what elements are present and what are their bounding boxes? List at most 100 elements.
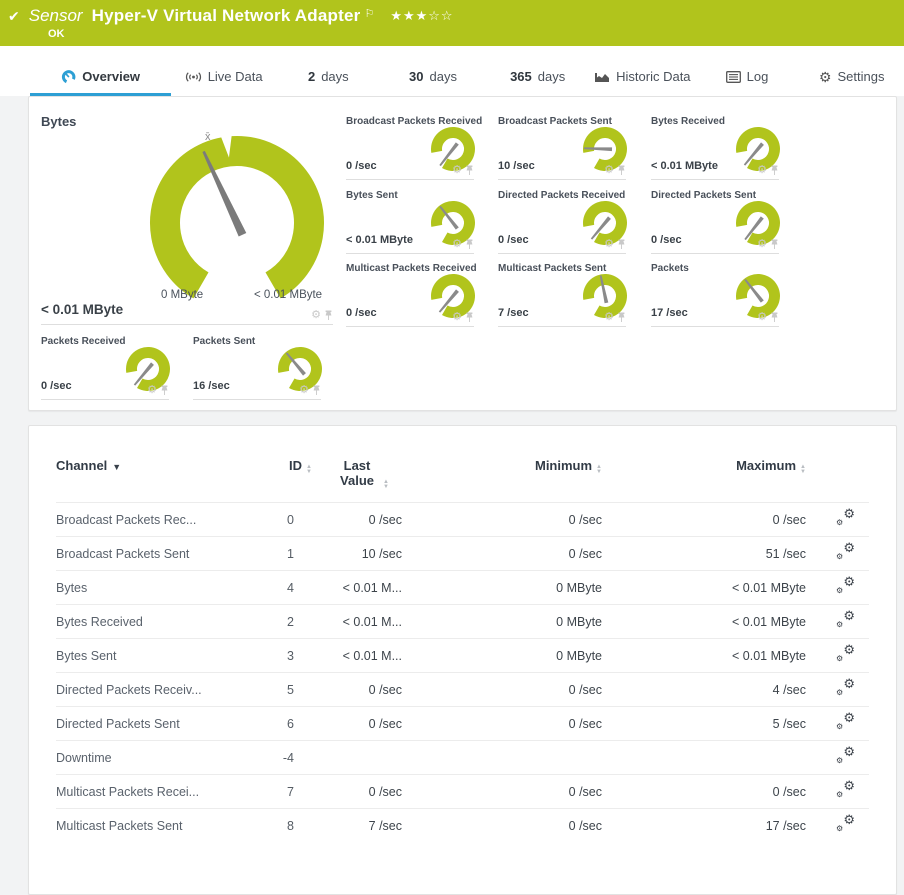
gear-icon[interactable]: ⚙ <box>757 312 767 323</box>
cell-id: 4 <box>256 570 312 605</box>
tile-footer: ⚙ <box>604 239 626 250</box>
sensor-title-row: ✔ Sensor Hyper-V Virtual Network Adapter… <box>0 0 904 26</box>
channel-settings-icon[interactable]: ⚙ ⚙ <box>836 677 855 697</box>
cell-min: 0 MByte <box>412 604 602 639</box>
gear-icon[interactable]: ⚙ <box>147 385 157 396</box>
gear-icon[interactable]: ⚙ <box>604 312 614 323</box>
channel-settings-icon[interactable]: ⚙ ⚙ <box>836 507 855 527</box>
gauge-icon <box>61 69 76 84</box>
column-header-minimum[interactable]: Minimum ▲ ▼ <box>412 442 602 503</box>
gauge-title: Multicast Packets Sent <box>498 263 607 274</box>
column-header-id[interactable]: ID ▲ ▼ <box>256 442 312 503</box>
channel-row-multicast-packets-recei[interactable]: Multicast Packets Recei... 7 0 /sec 0 /sec 0… <box>56 774 869 809</box>
channel-settings-icon[interactable]: ⚙ ⚙ <box>836 745 855 765</box>
tile-footer: ⚙ <box>604 312 626 323</box>
sort-icon: ▲ ▼ <box>306 464 312 475</box>
channel-row-multicast-packets-sent[interactable]: Multicast Packets Sent 8 7 /sec 0 /sec 17 /s… <box>56 808 869 842</box>
pin-icon[interactable] <box>465 239 474 250</box>
gauge-tile-broadcast-packets-sent[interactable]: Broadcast Packets Sent 10 /sec ⚙ <box>498 113 627 180</box>
channel-row-bytes-sent[interactable]: Bytes Sent 3 < 0.01 M... 0 MByte < 0.01 MByt… <box>56 638 869 673</box>
channel-row-directed-packets-receiv[interactable]: Directed Packets Receiv... 5 0 /sec 0 /sec 4… <box>56 672 869 707</box>
channel-settings-icon[interactable]: ⚙ ⚙ <box>836 541 855 561</box>
column-header-maximum[interactable]: Maximum ▲ ▼ <box>602 442 806 503</box>
tab-overview[interactable]: Overview <box>30 69 172 96</box>
gauge-tile-multicast-packets-received[interactable]: Multicast Packets Received 0 /sec ⚙ <box>346 260 477 327</box>
gauge-tile-directed-packets-sent[interactable]: Directed Packets Sent 0 /sec ⚙ <box>651 187 780 254</box>
cell-min: 0 MByte <box>412 570 602 605</box>
gear-icon[interactable]: ⚙ <box>299 385 309 396</box>
gear-icon[interactable]: ⚙ <box>757 239 767 250</box>
gauge-tile-bytes-sent[interactable]: Bytes Sent < 0.01 MByte ⚙ <box>346 187 475 254</box>
pin-icon[interactable] <box>770 312 779 323</box>
gauge-tile-broadcast-packets-received[interactable]: Broadcast Packets Received 0 /sec ⚙ <box>346 113 482 180</box>
tab-2-days[interactable]: 2 days <box>276 69 381 96</box>
gear-icon[interactable]: ⚙ <box>452 312 462 323</box>
ok-check-icon: ✔ <box>8 8 20 24</box>
pin-icon[interactable] <box>770 239 779 250</box>
column-header-actions <box>806 442 869 503</box>
cell-id: 6 <box>256 706 312 741</box>
pin-icon[interactable] <box>465 312 474 323</box>
channel-settings-icon[interactable]: ⚙ ⚙ <box>836 779 855 799</box>
gear-icon[interactable]: ⚙ <box>311 310 321 321</box>
cell-actions: ⚙ ⚙ <box>806 706 869 741</box>
column-label: Last Value <box>340 458 374 488</box>
gauge-tile-bytes-received[interactable]: Bytes Received < 0.01 MByte ⚙ <box>651 113 780 180</box>
column-header-channel[interactable]: Channel ▼ <box>56 442 256 503</box>
gauge-tile-packets[interactable]: Packets 17 /sec ⚙ <box>651 260 780 327</box>
average-marker: x̄ <box>205 131 211 143</box>
channel-settings-icon[interactable]: ⚙ ⚙ <box>836 609 855 629</box>
gear-icon[interactable]: ⚙ <box>452 165 462 176</box>
column-header-last-value[interactable]: Last Value ▲ ▼ <box>312 442 412 503</box>
gear-icon[interactable]: ⚙ <box>604 239 614 250</box>
cell-last: < 0.01 M... <box>312 638 412 673</box>
channel-settings-icon[interactable]: ⚙ ⚙ <box>836 643 855 663</box>
cell-last: 7 /sec <box>312 808 412 842</box>
flag-icon[interactable]: ⚐ <box>364 7 374 20</box>
channel-settings-icon[interactable]: ⚙ ⚙ <box>836 813 855 833</box>
gauge-tile-packets-sent[interactable]: Packets Sent 16 /sec ⚙ <box>193 333 322 400</box>
tab-30-days[interactable]: 30 days <box>381 69 486 96</box>
gauge-value: < 0.01 MByte <box>41 302 124 317</box>
pin-icon[interactable] <box>770 165 779 176</box>
tab-live-data[interactable]: Live Data <box>171 69 276 96</box>
tab-label: days <box>429 69 457 84</box>
channel-settings-icon[interactable]: ⚙ ⚙ <box>836 711 855 731</box>
gear-icon[interactable]: ⚙ <box>452 239 462 250</box>
gauge-tile-multicast-packets-sent[interactable]: Multicast Packets Sent 7 /sec ⚙ <box>498 260 627 327</box>
gear-icon[interactable]: ⚙ <box>604 165 614 176</box>
cell-name: Bytes <box>56 570 256 605</box>
rating-stars[interactable]: ★★★☆☆ <box>390 8 453 24</box>
pin-icon[interactable] <box>617 239 626 250</box>
channel-row-broadcast-packets-sent[interactable]: Broadcast Packets Sent 1 10 /sec 0 /sec 51 /… <box>56 536 869 571</box>
channel-row-directed-packets-sent[interactable]: Directed Packets Sent 6 0 /sec 0 /sec 5 /sec… <box>56 706 869 741</box>
gauge-tile-packets-received[interactable]: Packets Received 0 /sec ⚙ <box>41 333 170 400</box>
cell-actions: ⚙ ⚙ <box>806 570 869 605</box>
pin-icon[interactable] <box>160 385 169 396</box>
tab-log[interactable]: Log <box>695 69 800 96</box>
cell-actions: ⚙ ⚙ <box>806 638 869 673</box>
channel-row-broadcast-packets-rec[interactable]: Broadcast Packets Rec... 0 0 /sec 0 /sec 0 /… <box>56 502 869 537</box>
tile-footer: ⚙ <box>311 310 333 321</box>
tile-footer: ⚙ <box>147 385 169 396</box>
gear-icon[interactable]: ⚙ <box>757 165 767 176</box>
cell-id: 5 <box>256 672 312 707</box>
object-kind-label: Sensor <box>28 6 83 25</box>
gauge-tile-bytes[interactable]: Bytes x̄ 0 MByte < 0.01 MByte < 0.01 MBy… <box>41 111 333 325</box>
cell-max: 5 /sec <box>602 706 806 741</box>
cell-max: 4 /sec <box>602 672 806 707</box>
pin-icon[interactable] <box>312 385 321 396</box>
pin-icon[interactable] <box>617 165 626 176</box>
channel-settings-icon[interactable]: ⚙ ⚙ <box>836 575 855 595</box>
tab-historic-data[interactable]: Historic Data <box>590 69 695 96</box>
pin-icon[interactable] <box>465 165 474 176</box>
channel-row-bytes-received[interactable]: Bytes Received 2 < 0.01 M... 0 MByte < 0.01 … <box>56 604 869 639</box>
pin-icon[interactable] <box>324 310 333 321</box>
tab-settings[interactable]: ⚙ Settings <box>799 69 904 96</box>
cell-actions: ⚙ ⚙ <box>806 604 869 639</box>
gauge-tile-directed-packets-received[interactable]: Directed Packets Received 0 /sec ⚙ <box>498 187 627 254</box>
pin-icon[interactable] <box>617 312 626 323</box>
tab-365-days[interactable]: 365 days <box>485 69 590 96</box>
channel-row-bytes[interactable]: Bytes 4 < 0.01 M... 0 MByte < 0.01 MByte ⚙ ⚙ <box>56 570 869 605</box>
channel-row-downtime[interactable]: Downtime -4 ⚙ ⚙ <box>56 740 869 775</box>
